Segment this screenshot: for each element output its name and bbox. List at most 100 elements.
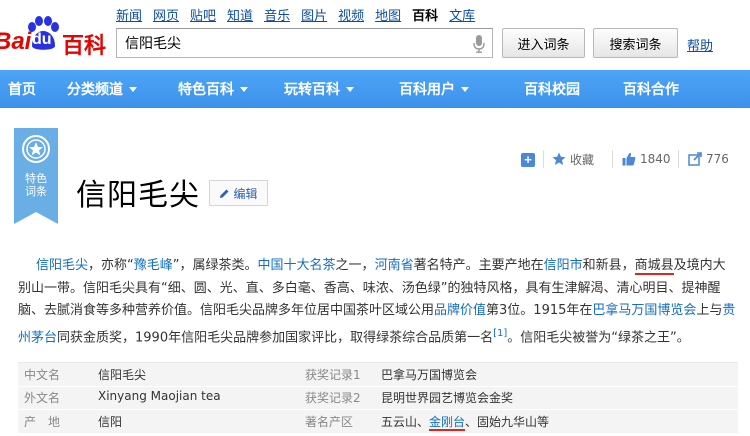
summary-link[interactable]: 中国十大名茶 (258, 258, 336, 273)
add-to-list-icon[interactable]: + (521, 153, 535, 167)
summary-text: 。信阳毛尖被誉为“绿茶之王”。 (507, 329, 690, 345)
underlined-term: 商城县 (634, 258, 674, 275)
info-value: 五云山、金刚台、固始九华山等 (381, 413, 550, 431)
info-name: 产 地 (24, 414, 61, 429)
product-nav-video[interactable]: 视频 (338, 5, 364, 24)
share-count: 776 (706, 152, 729, 166)
search-entry-button[interactable]: 搜索词条 (593, 28, 678, 58)
info-value: 昆明世界园艺博览会金奖 (381, 391, 514, 406)
info-cell: 获奖记录1 巴拿马万国博览会 (305, 366, 477, 383)
chevron-down-icon (346, 86, 354, 92)
like-count: 1840 (640, 152, 671, 166)
main-nav-campus[interactable]: 百科校园 (496, 70, 608, 108)
main-nav-featured[interactable]: 特色百科 (160, 70, 266, 108)
summary-link[interactable]: 品牌价值 (434, 303, 486, 318)
info-name: 获奖记录2 (305, 391, 361, 406)
chevron-down-icon (461, 86, 469, 92)
summary-text: 同获金质奖，1990年信阳毛尖品牌参加国家评比，取得绿茶综合品质第一名 (57, 329, 494, 345)
main-nav-categories[interactable]: 分类频道 (44, 70, 160, 108)
summary-text: 和新县， (582, 258, 635, 273)
summary-text: ”，属绿茶类。 (172, 258, 258, 273)
product-nav-baike[interactable]: 百科 (412, 5, 438, 24)
info-name: 获奖记录1 (305, 367, 361, 382)
info-value: Xinyang Maojian tea (98, 389, 221, 404)
share-icon (688, 152, 702, 166)
summary-text: 上与 (696, 303, 723, 318)
info-name: 中文名 (24, 367, 61, 382)
summary-link[interactable]: 河南省 (375, 258, 414, 273)
table-row: 中文名 信阳毛尖 获奖记录1 巴拿马万国博览会 (18, 363, 738, 387)
page-title: 信阳毛尖 (76, 178, 200, 213)
main-nav-users[interactable]: 百科用户 (372, 70, 496, 108)
info-cell: 外文名 Xinyang Maojian tea (18, 389, 305, 406)
main-nav-label: 百科用户 (399, 82, 455, 98)
info-cell: 产 地 信阳 (18, 413, 305, 430)
product-nav-music[interactable]: 音乐 (264, 5, 290, 24)
summary-link[interactable]: 信阳市 (544, 258, 583, 273)
favorite-label: 收藏 (570, 152, 595, 167)
star-medal-icon (22, 135, 50, 163)
main-nav-cooperation[interactable]: 百科合作 (608, 70, 694, 108)
logo-baike-text: 百科 (62, 34, 107, 59)
product-nav-images[interactable]: 图片 (301, 5, 327, 24)
summary-link[interactable]: 信阳毛尖 (36, 258, 88, 273)
info-value: 信阳毛尖 (98, 367, 147, 382)
edit-label: 编辑 (233, 186, 258, 201)
main-nav: 首页 分类频道 特色百科 玩转百科 百科用户 百科校园 百科合作 (0, 70, 750, 108)
chevron-down-icon (240, 86, 248, 92)
summary-text: 著名特产。主要产地在 (413, 258, 544, 273)
pencil-icon (220, 189, 229, 198)
basic-info-table: 中文名 信阳毛尖 获奖记录1 巴拿马万国博览会 外文名 Xinyang Maoj… (18, 362, 738, 434)
divider (678, 150, 679, 168)
divider (543, 150, 544, 168)
info-value-part: 、固始九华山等 (465, 414, 550, 429)
product-nav-map[interactable]: 地图 (375, 5, 401, 24)
info-value-part: 五云山、 (381, 414, 430, 429)
like-button[interactable]: 1840 (622, 151, 671, 167)
reference-link[interactable]: [1] (493, 328, 507, 339)
info-value: 巴拿马万国博览会 (381, 367, 478, 382)
product-nav-web[interactable]: 网页 (153, 5, 179, 24)
ribbon-text: 特色 词条 (14, 172, 58, 198)
main-nav-home[interactable]: 首页 (0, 70, 44, 108)
info-cell: 著名产区 五云山、金刚台、固始九华山等 (305, 413, 550, 431)
info-value-link[interactable]: 金刚台 (429, 414, 466, 431)
divider (612, 150, 613, 168)
summary-text: 第3位。1915年在 (486, 303, 593, 318)
star-icon (552, 152, 566, 165)
header: Bai du 百科 新闻 网页 贴吧 知道 音乐 图片 视频 地图 百科 文库 … (0, 0, 750, 68)
favorite-button[interactable]: 收藏 (552, 151, 594, 167)
main-nav-label: 首页 (8, 82, 36, 98)
enter-entry-button[interactable]: 进入词条 (502, 28, 585, 58)
main-nav-label: 特色百科 (178, 82, 234, 98)
main-nav-label: 百科合作 (623, 82, 679, 98)
main-nav-label: 百科校园 (524, 82, 580, 98)
summary-link[interactable]: 豫毛峰 (134, 258, 173, 273)
help-link[interactable]: 帮助 (687, 35, 713, 54)
chevron-down-icon (129, 86, 137, 92)
featured-entry-ribbon: 特色 词条 (14, 128, 58, 224)
info-name: 著名产区 (305, 414, 354, 429)
search-input[interactable] (117, 29, 447, 57)
product-nav-tieba[interactable]: 贴吧 (190, 5, 216, 24)
summary-text: 之一， (335, 258, 375, 273)
logo-du-text: du (32, 31, 52, 48)
microphone-icon[interactable] (473, 35, 485, 53)
summary-text: ，亦称“ (88, 258, 134, 273)
info-cell: 中文名 信阳毛尖 (18, 366, 305, 383)
product-nav-news[interactable]: 新闻 (116, 5, 142, 24)
thumbs-up-icon (622, 152, 636, 166)
summary-link[interactable]: 巴拿马万国博览会 (592, 303, 696, 318)
edit-button[interactable]: 编辑 (209, 180, 268, 206)
baidu-baike-logo[interactable]: Bai du 百科 (0, 14, 106, 59)
main-nav-play[interactable]: 玩转百科 (266, 70, 372, 108)
table-row: 产 地 信阳 著名产区 五云山、金刚台、固始九华山等 (18, 410, 738, 434)
main-nav-label: 分类频道 (67, 82, 123, 98)
info-cell: 获奖记录2 昆明世界园艺博览会金奖 (305, 389, 513, 406)
product-nav-zhidao[interactable]: 知道 (227, 5, 253, 24)
main-nav-label: 玩转百科 (284, 82, 340, 98)
table-row: 外文名 Xinyang Maojian tea 获奖记录2 昆明世界园艺博览会金… (18, 386, 738, 410)
share-button[interactable]: 776 (688, 151, 729, 167)
product-nav-wenku[interactable]: 文库 (449, 5, 475, 24)
info-name: 外文名 (24, 391, 61, 406)
